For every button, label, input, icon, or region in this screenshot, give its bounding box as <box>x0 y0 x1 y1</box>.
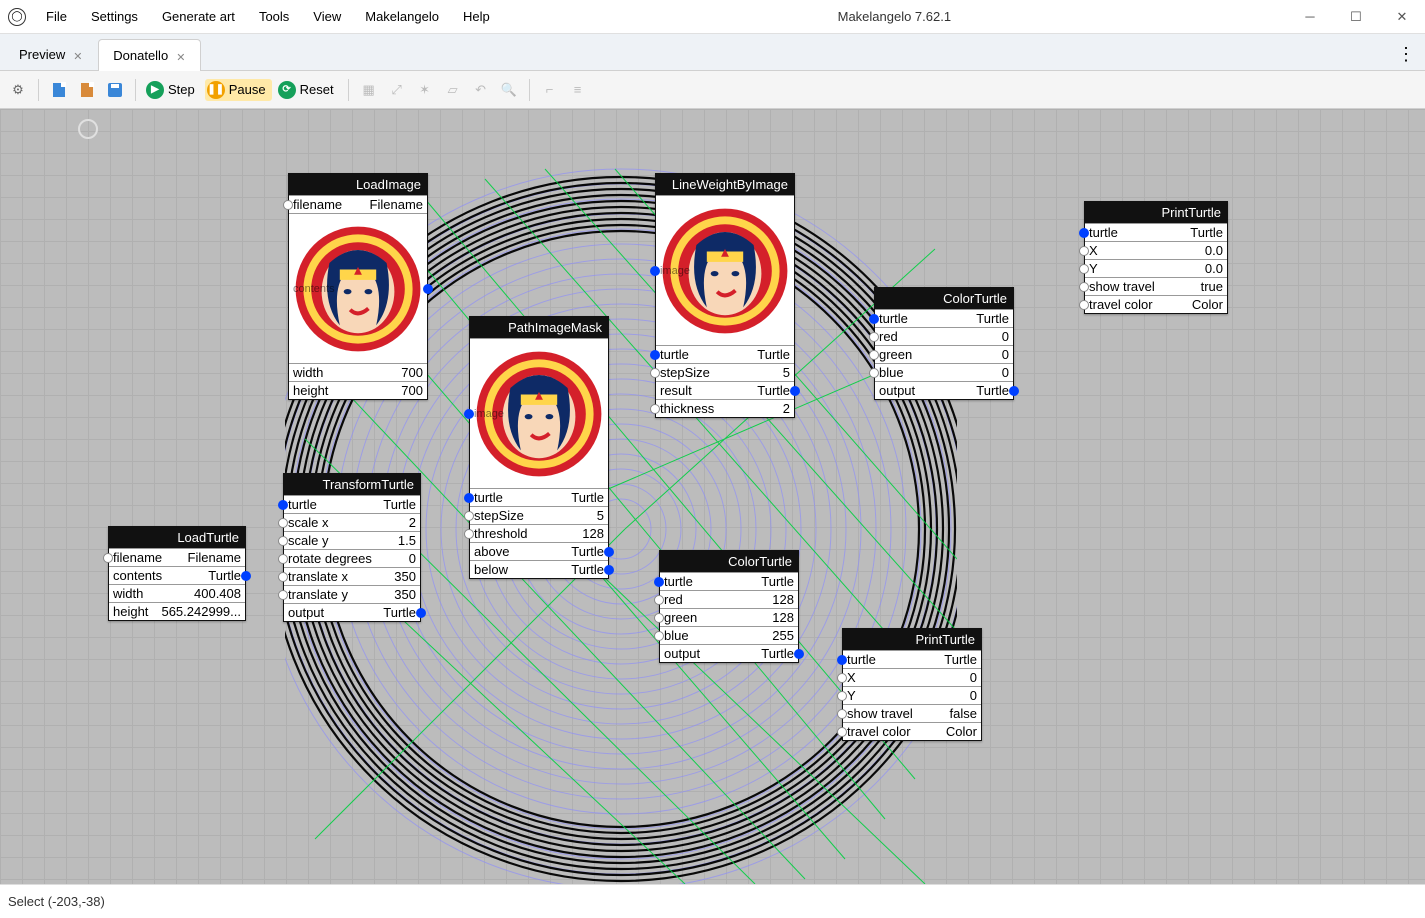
new-icon[interactable] <box>47 78 71 102</box>
loading-spinner-icon <box>78 119 98 139</box>
main-menu: File Settings Generate art Tools View Ma… <box>34 1 502 32</box>
close-icon[interactable]: ✕ <box>73 50 83 60</box>
node-loadturtle[interactable]: LoadTurtle filenameFilename contentsTurt… <box>108 526 246 621</box>
node-printturtle-2[interactable]: PrintTurtle turtleTurtle X0 Y0 show trav… <box>842 628 982 741</box>
menu-generate-art[interactable]: Generate art <box>150 1 247 32</box>
status-text: Select (-203,-38) <box>8 894 105 909</box>
tab-preview[interactable]: Preview ✕ <box>4 38 98 70</box>
tab-donatello[interactable]: Donatello ✕ <box>98 39 201 71</box>
menu-tools[interactable]: Tools <box>247 1 301 32</box>
toolbar: ⚙ ▶ Step ❚❚ Pause ⟳ Reset ▦ ⤢ ✶ ▱ ↶ 🔍 ⌐ … <box>0 71 1425 109</box>
gear-icon[interactable]: ⚙ <box>6 78 30 102</box>
node-title: LoadImage <box>289 174 427 195</box>
reset-button[interactable]: ⟳ Reset <box>276 79 340 101</box>
tab-label: Preview <box>19 47 65 62</box>
menu-view[interactable]: View <box>301 1 353 32</box>
play-icon: ▶ <box>146 81 164 99</box>
grid-icon[interactable]: ▦ <box>357 78 381 102</box>
step-button[interactable]: ▶ Step <box>144 79 201 101</box>
node-title: PrintTurtle <box>843 629 981 650</box>
tab-overflow-icon[interactable]: ⋮ <box>1397 44 1413 65</box>
undo-icon[interactable]: ↶ <box>469 78 493 102</box>
contract-icon[interactable]: ✶ <box>413 78 437 102</box>
align-top-icon[interactable]: ⌐ <box>538 78 562 102</box>
note-icon[interactable]: ▱ <box>441 78 465 102</box>
button-label: Reset <box>300 82 334 97</box>
save-icon[interactable] <box>103 78 127 102</box>
maximize-button[interactable]: ☐ <box>1333 0 1379 34</box>
tab-label: Donatello <box>113 48 168 63</box>
node-title: ColorTurtle <box>660 551 798 572</box>
node-loadimage[interactable]: LoadImage filenameFilename contents widt… <box>288 173 428 400</box>
open-icon[interactable] <box>75 78 99 102</box>
window-title: Makelangelo 7.62.1 <box>502 9 1287 24</box>
node-title: TransformTurtle <box>284 474 420 495</box>
node-canvas[interactable]: LoadImage filenameFilename contents widt… <box>0 109 1425 884</box>
align-left-icon[interactable]: ≡ <box>566 78 590 102</box>
node-colorturtle-2[interactable]: ColorTurtle turtleTurtle red128 green128… <box>659 550 799 663</box>
node-title: PrintTurtle <box>1085 202 1227 223</box>
node-title: LoadTurtle <box>109 527 245 548</box>
node-title: LineWeightByImage <box>656 174 794 195</box>
titlebar: ◯ File Settings Generate art Tools View … <box>0 0 1425 34</box>
menu-settings[interactable]: Settings <box>79 1 150 32</box>
node-title: ColorTurtle <box>875 288 1013 309</box>
menu-file[interactable]: File <box>34 1 79 32</box>
button-label: Pause <box>229 82 266 97</box>
button-label: Step <box>168 82 195 97</box>
menu-makelangelo[interactable]: Makelangelo <box>353 1 451 32</box>
node-colorturtle-1[interactable]: ColorTurtle turtleTurtle red0 green0 blu… <box>874 287 1014 400</box>
pause-button[interactable]: ❚❚ Pause <box>205 79 272 101</box>
minimize-button[interactable]: ─ <box>1287 0 1333 34</box>
node-transformturtle[interactable]: TransformTurtle turtleTurtle scale x2 sc… <box>283 473 421 622</box>
pause-icon: ❚❚ <box>207 81 225 99</box>
node-lineweightbyimage[interactable]: LineWeightByImage image turtleTurtle ste… <box>655 173 795 418</box>
menu-help[interactable]: Help <box>451 1 502 32</box>
zoom-icon[interactable]: 🔍 <box>497 78 521 102</box>
expand-icon[interactable]: ⤢ <box>385 78 409 102</box>
node-printturtle-1[interactable]: PrintTurtle turtleTurtle X0.0 Y0.0 show … <box>1084 201 1228 314</box>
tab-bar: Preview ✕ Donatello ✕ ⋮ <box>0 34 1425 71</box>
status-bar: Select (-203,-38) <box>0 884 1425 918</box>
close-button[interactable]: ✕ <box>1379 0 1425 34</box>
app-icon: ◯ <box>8 8 26 26</box>
reset-icon: ⟳ <box>278 81 296 99</box>
close-icon[interactable]: ✕ <box>176 51 186 61</box>
node-pathimagemask[interactable]: PathImageMask image turtleTurtle stepSiz… <box>469 316 609 579</box>
node-title: PathImageMask <box>470 317 608 338</box>
